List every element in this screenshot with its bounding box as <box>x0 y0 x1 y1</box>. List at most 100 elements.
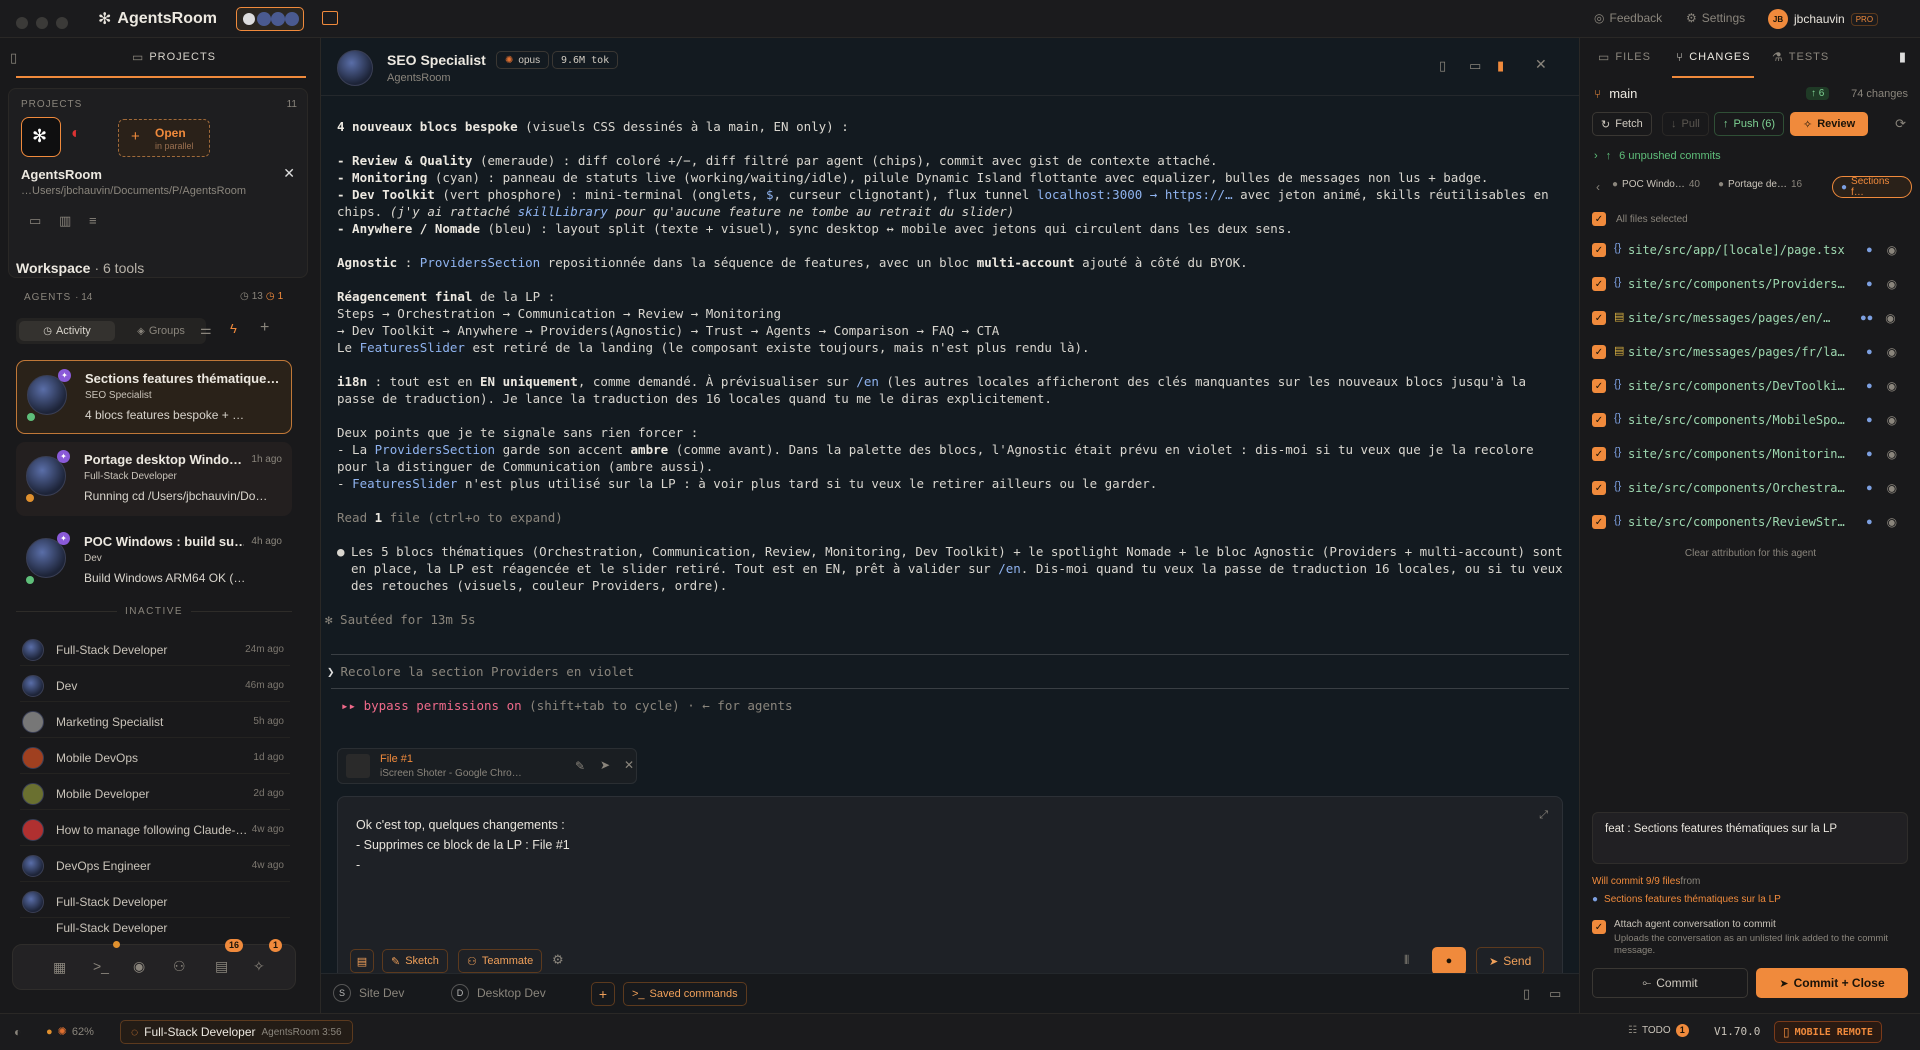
eye-icon[interactable]: ◉ <box>1887 515 1897 529</box>
file-row[interactable]: ✓{} site/src/components/DevToolki… ● ◉ <box>1592 369 1912 403</box>
project-secondary[interactable]: ◐ <box>71 125 93 147</box>
lightning-icon[interactable]: ϟ <box>230 321 237 336</box>
file-row[interactable]: ✓{} site/src/components/ReviewStr… ● ◉ <box>1592 505 1912 539</box>
close-icon[interactable]: ✕ <box>283 165 295 182</box>
file-checkbox[interactable]: ✓ <box>1592 243 1606 257</box>
tab-activity[interactable]: ◷ Activity <box>19 321 115 341</box>
gear-icon[interactable]: ⚙ <box>552 952 564 968</box>
list-item[interactable]: Full-Stack Developer <box>20 886 290 918</box>
prompt-hint[interactable]: ❯ Recolore la section Providers en violet <box>327 664 634 679</box>
composer-text[interactable]: Ok c'est top, quelques changements : - S… <box>356 815 570 875</box>
chart-icon[interactable]: ▥ <box>59 213 71 229</box>
select-all-row[interactable]: ✓ All files selected <box>1592 212 1688 226</box>
file-row[interactable]: ✓{} site/src/components/Providers… ● ◉ <box>1592 267 1912 301</box>
eye-icon[interactable]: ◉ <box>1887 447 1897 461</box>
tab-tests[interactable]: ⚗ TESTS <box>1772 50 1829 64</box>
list-item[interactable]: Mobile DevOps 1d ago <box>20 742 290 774</box>
message-composer[interactable]: ⤢ Ok c'est top, quelques changements : -… <box>337 796 1563 986</box>
user-menu[interactable]: JB jbchauvin PRO <box>1768 9 1879 29</box>
list-item[interactable]: DevOps Engineer 4w ago <box>20 850 290 882</box>
agent-tab-portage[interactable]: ● Portage de… 16 <box>1718 179 1802 190</box>
sync-icon[interactable]: ⟳ <box>1895 116 1906 132</box>
file-checkbox[interactable]: ✓ <box>1592 311 1606 325</box>
expand-icon[interactable]: ⤢ <box>1539 809 1548 822</box>
edit-icon[interactable]: ✎ <box>575 759 585 773</box>
commit-close-button[interactable]: ➤ Commit + Close <box>1756 968 1908 998</box>
mobile-remote-button[interactable]: ▯ MOBILE REMOTE <box>1774 1021 1882 1043</box>
eye-icon[interactable]: ◉ <box>1887 413 1897 427</box>
folder-open-icon[interactable]: ▭ <box>29 213 41 229</box>
filter-icon[interactable]: ⚌ <box>200 322 212 338</box>
eye-icon[interactable]: ◉ <box>1887 379 1897 393</box>
teammate-button[interactable]: ⚇ Teammate <box>458 949 543 973</box>
panel-toggle-icon[interactable]: ▮ <box>1899 49 1906 65</box>
waveform-icon[interactable]: ⦀ <box>1404 953 1409 968</box>
users-icon[interactable]: ⚇ <box>173 958 186 975</box>
tab-changes[interactable]: ⑂ CHANGES <box>1676 50 1751 64</box>
sketch-button[interactable]: ✎ Sketch <box>382 949 448 973</box>
agents-toggle-button[interactable] <box>236 7 304 31</box>
saved-commands-button[interactable]: >_ Saved commands <box>623 982 747 1006</box>
clear-attribution-link[interactable]: Clear attribution for this agent <box>1580 548 1920 559</box>
open-parallel-button[interactable]: + Open in parallel <box>118 119 210 157</box>
list-item[interactable]: Marketing Specialist 5h ago <box>20 706 290 738</box>
agent-card[interactable]: ✦ POC Windows : build su… 4h ago Dev Bui… <box>16 524 292 598</box>
file-checkbox[interactable]: ✓ <box>1592 413 1606 427</box>
current-agent-chip[interactable]: ◌ Full-Stack Developer AgentsRoom 3:56 <box>120 1020 353 1044</box>
eye-icon[interactable]: ◉ <box>1885 311 1895 325</box>
file-checkbox[interactable]: ✓ <box>1592 481 1606 495</box>
attachment-chip[interactable]: File #1 iScreen Shoter - Google Chro… ✎ … <box>337 748 637 784</box>
theme-toggle-icon[interactable]: ◐ <box>14 1025 21 1039</box>
file-row[interactable]: ✓ ▤ site/src/messages/pages/fr/la… ● ◉ <box>1592 335 1912 369</box>
microphone-button[interactable]: ● <box>1432 947 1466 975</box>
eye-icon[interactable]: ◉ <box>1887 243 1897 257</box>
close-icon[interactable]: ✕ <box>1535 56 1547 73</box>
review-button[interactable]: ✧ Review <box>1790 112 1869 136</box>
terminal-icon[interactable]: >_ <box>93 958 109 974</box>
file-checkbox[interactable]: ✓ <box>1592 345 1606 359</box>
agent-tab-sections[interactable]: ● Sections f… <box>1832 176 1912 198</box>
unpushed-commits-toggle[interactable]: › ↑ 6 unpushed commits <box>1594 150 1721 162</box>
split-view-icon[interactable]: ▯ <box>1439 58 1446 74</box>
list-item[interactable]: Full-Stack Developer 24m ago <box>20 634 290 666</box>
file-row[interactable]: ✓{} site/src/app/[locale]/page.tsx ● ◉ <box>1592 233 1912 267</box>
board-icon[interactable]: ▦ <box>53 959 66 976</box>
attach-conversation-checkbox[interactable]: ✓ <box>1592 920 1606 934</box>
tab-desktop-dev[interactable]: D Desktop Dev <box>451 984 546 1002</box>
add-agent-button[interactable]: + <box>260 319 269 337</box>
tab-files[interactable]: ▭ FILES <box>1598 50 1651 64</box>
settings-button[interactable]: ⚙ Settings <box>1686 11 1745 25</box>
agent-card-active[interactable]: ✦ Sections features thématique… SEO Spec… <box>16 360 292 434</box>
close-icon[interactable]: ✕ <box>624 758 634 772</box>
file-checkbox[interactable]: ✓ <box>1592 515 1606 529</box>
minimize-window-button[interactable] <box>36 17 48 29</box>
commit-button[interactable]: ⟜ Commit <box>1592 968 1748 998</box>
tool-read-line[interactable]: Read 1 file (ctrl+o to expand) <box>337 509 1563 526</box>
window-icon[interactable] <box>322 11 338 25</box>
tab-groups[interactable]: ◈ Groups <box>120 321 202 341</box>
file-row[interactable]: ✓ ▤ site/src/messages/pages/en/… ●● ◉ <box>1592 301 1912 335</box>
file-checkbox[interactable]: ✓ <box>1592 277 1606 291</box>
split-view-icon[interactable]: ▯ <box>1523 986 1530 1002</box>
tab-site-dev[interactable]: S Site Dev <box>333 984 404 1002</box>
sidebar-toggle-icon[interactable]: ▯ <box>10 50 17 66</box>
browser-icon[interactable]: ▭ <box>1549 986 1561 1002</box>
list-item[interactable]: Dev 46m ago <box>20 670 290 702</box>
file-row[interactable]: ✓{} site/src/components/Orchestra… ● ◉ <box>1592 471 1912 505</box>
todo-indicator[interactable]: ☷ TODO 1 <box>1628 1024 1689 1037</box>
project-agentsroom[interactable]: ✻ <box>21 117 61 157</box>
notes-icon[interactable]: ▤ <box>215 958 228 975</box>
chevron-left-icon[interactable]: ‹ <box>1596 180 1600 194</box>
notebook-button[interactable]: ▤ <box>350 949 374 973</box>
zoom-window-button[interactable] <box>56 17 68 29</box>
file-checkbox[interactable]: ✓ <box>1592 379 1606 393</box>
close-window-button[interactable] <box>16 17 28 29</box>
panel-right-icon[interactable]: ▮ <box>1497 58 1504 74</box>
pull-button[interactable]: ↓ Pull <box>1662 112 1709 136</box>
agent-tab-poc[interactable]: ● POC Windo… 40 <box>1612 179 1700 190</box>
send-icon[interactable]: ➤ <box>600 758 610 772</box>
eye-icon[interactable]: ◉ <box>1887 345 1897 359</box>
commit-message-input[interactable]: feat : Sections features thématiques sur… <box>1592 812 1908 864</box>
list-item[interactable]: How to manage following Claude-… 4w ago <box>20 814 290 846</box>
list-item[interactable]: Full-Stack Developer <box>20 918 290 938</box>
